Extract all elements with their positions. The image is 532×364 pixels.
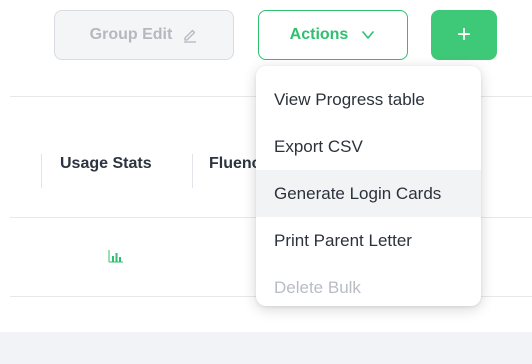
footer-band bbox=[0, 332, 532, 364]
menu-item-delete-bulk: Delete Bulk bbox=[256, 264, 481, 311]
chevron-down-icon bbox=[362, 31, 375, 39]
menu-item-label: View Progress table bbox=[274, 89, 425, 109]
actions-label: Actions bbox=[289, 26, 349, 43]
menu-item-label: Generate Login Cards bbox=[274, 183, 442, 203]
actions-button[interactable]: Actions bbox=[258, 10, 408, 60]
bar-chart-icon[interactable] bbox=[108, 249, 124, 263]
add-label: + bbox=[456, 21, 471, 48]
column-header-usage-stats[interactable]: Usage Stats bbox=[60, 155, 152, 173]
menu-item-view-progress-table[interactable]: View Progress table bbox=[256, 76, 481, 123]
page: Group Edit Actions + Usage Stats Fluency… bbox=[0, 0, 532, 364]
menu-item-generate-login-cards[interactable]: Generate Login Cards bbox=[256, 170, 481, 217]
group-edit-button[interactable]: Group Edit bbox=[54, 10, 234, 60]
menu-item-print-parent-letter[interactable]: Print Parent Letter bbox=[256, 217, 481, 264]
menu-item-label: Print Parent Letter bbox=[274, 230, 412, 250]
menu-item-label: Delete Bulk bbox=[274, 277, 361, 297]
add-button[interactable]: + bbox=[431, 10, 497, 60]
menu-item-export-csv[interactable]: Export CSV bbox=[256, 123, 481, 170]
actions-dropdown-menu: View Progress table Export CSV Generate … bbox=[256, 66, 481, 306]
column-separator bbox=[192, 154, 193, 188]
pencil-icon bbox=[184, 29, 197, 43]
menu-item-label: Export CSV bbox=[274, 136, 363, 156]
column-separator bbox=[41, 154, 42, 188]
group-edit-label: Group Edit bbox=[89, 26, 173, 43]
